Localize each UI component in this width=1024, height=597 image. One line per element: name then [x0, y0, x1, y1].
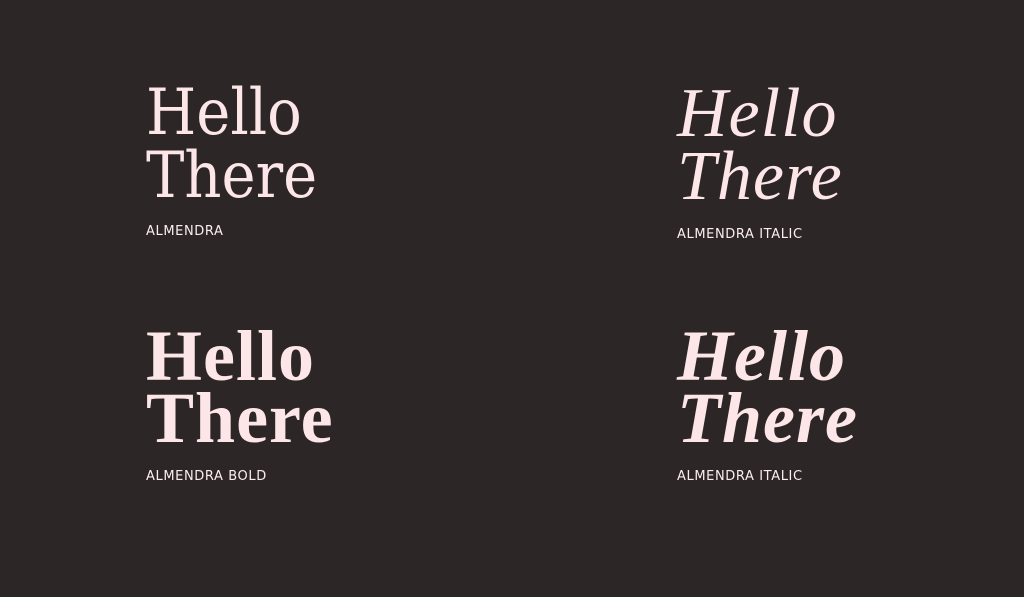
font-name-label: ALMENDRA ITALIC: [677, 468, 803, 484]
specimen-headline: Hello There: [146, 320, 506, 458]
specimen-almendra-bold-italic: Hello There ALMENDRA ITALIC: [677, 320, 1024, 484]
font-name-label: ALMENDRA: [146, 224, 224, 240]
headline-line-2: There: [677, 138, 843, 215]
specimen-headline: Hello There: [677, 320, 1024, 458]
headline-line-1: Hello: [146, 76, 302, 150]
specimen-almendra-italic: Hello There ALMENDRA ITALIC: [677, 75, 1024, 242]
specimen-headline: Hello There: [677, 75, 1024, 215]
font-name-label: ALMENDRA ITALIC: [677, 227, 803, 242]
specimen-almendra-bold: Hello There ALMENDRA BOLD: [146, 320, 506, 484]
font-name-label: ALMENDRA BOLD: [146, 468, 267, 484]
specimen-headline: Hello There: [146, 76, 470, 213]
headline-line-2: There: [146, 377, 334, 458]
headline-line-2: There: [677, 377, 858, 458]
specimen-almendra: Hello There ALMENDRA: [146, 76, 506, 240]
headline-line-2: There: [146, 138, 318, 213]
font-specimen-canvas: Hello There ALMENDRA Hello There ALMENDR…: [0, 0, 1024, 597]
headline-line-1: Hello: [677, 75, 838, 152]
